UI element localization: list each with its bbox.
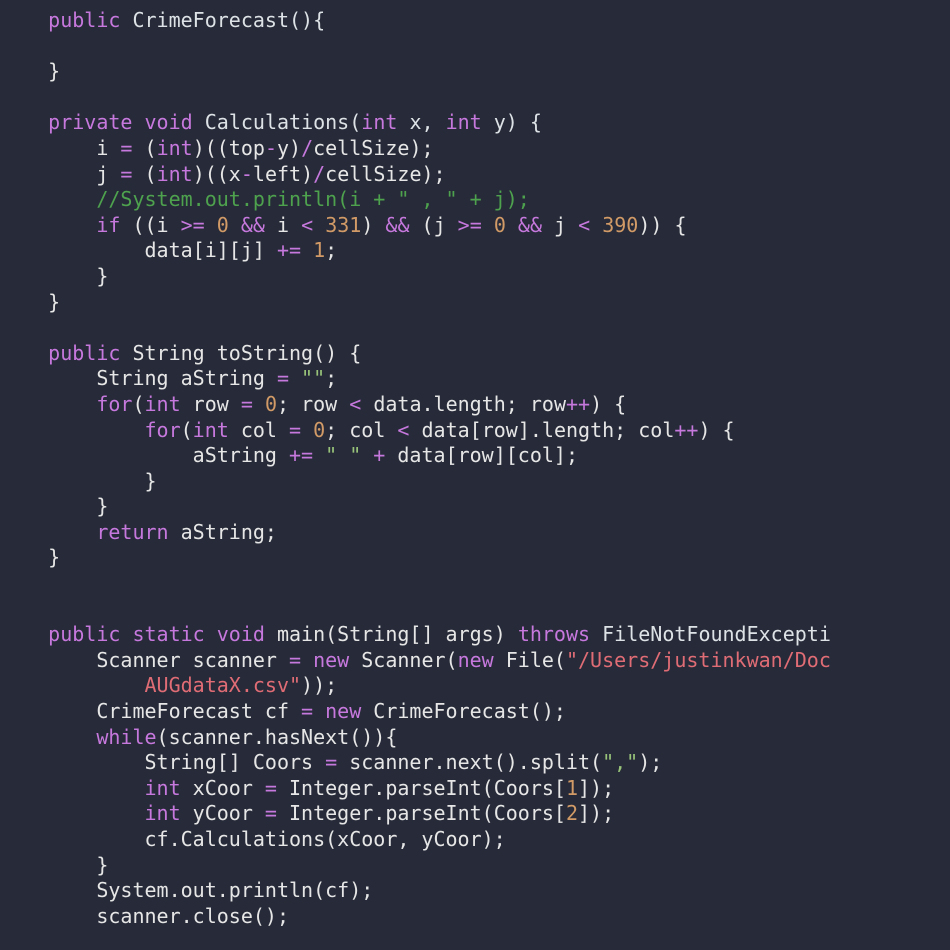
string-path-cont: AUGdataX.csv" (145, 673, 302, 697)
code-line: } (0, 853, 108, 877)
code-line: //System.out.println(i + " , " + j); (0, 187, 530, 211)
code-line: return aString; (0, 520, 277, 544)
code-line: } (0, 494, 108, 518)
code-line: aString += " " + data[row][col]; (0, 443, 578, 467)
code-line: public static void main(String[] args) t… (0, 622, 831, 646)
code-line: while(scanner.hasNext()){ (0, 725, 397, 749)
code-line: data[i][j] += 1; (0, 238, 337, 262)
code-line: public String toString() { (0, 341, 361, 365)
code-line: } (0, 469, 157, 493)
keyword-public: public (48, 8, 120, 32)
code-line: j = (int)((x-left)/cellSize); (0, 162, 446, 186)
string-path: "/Users/justinkwan/Doc (566, 648, 831, 672)
code-line: } (0, 264, 108, 288)
code-line: scanner.close(); (0, 904, 289, 928)
code-line: if ((i >= 0 && i < 331) && (j >= 0 && j … (0, 213, 687, 237)
comment: //System.out.println(i + " , " + j); (96, 187, 529, 211)
code-line: } (0, 59, 60, 83)
code-line: } (0, 290, 60, 314)
code-line: Scanner scanner = new Scanner(new File("… (0, 648, 831, 672)
code-line: public CrimeForecast(){ (0, 8, 325, 32)
code-line: CrimeForecast cf = new CrimeForecast(); (0, 699, 566, 723)
code-line: } (0, 545, 60, 569)
code-line: cf.Calculations(xCoor, yCoor); (0, 827, 506, 851)
code-line: i = (int)((top-y)/cellSize); (0, 136, 434, 160)
code-line: int yCoor = Integer.parseInt(Coors[2]); (0, 801, 614, 825)
code-line: private void Calculations(int x, int y) … (0, 110, 542, 134)
code-line: for(int col = 0; col < data[row].length;… (0, 418, 735, 442)
code-line: int xCoor = Integer.parseInt(Coors[1]); (0, 776, 614, 800)
code-line: String aString = ""; (0, 366, 337, 390)
code-line: for(int row = 0; row < data.length; row+… (0, 392, 626, 416)
code-line: String[] Coors = scanner.next().split(",… (0, 750, 662, 774)
code-editor[interactable]: public CrimeForecast(){ } private void C… (0, 8, 950, 929)
code-line: System.out.println(cf); (0, 878, 373, 902)
code-line: AUGdataX.csv")); (0, 673, 337, 697)
